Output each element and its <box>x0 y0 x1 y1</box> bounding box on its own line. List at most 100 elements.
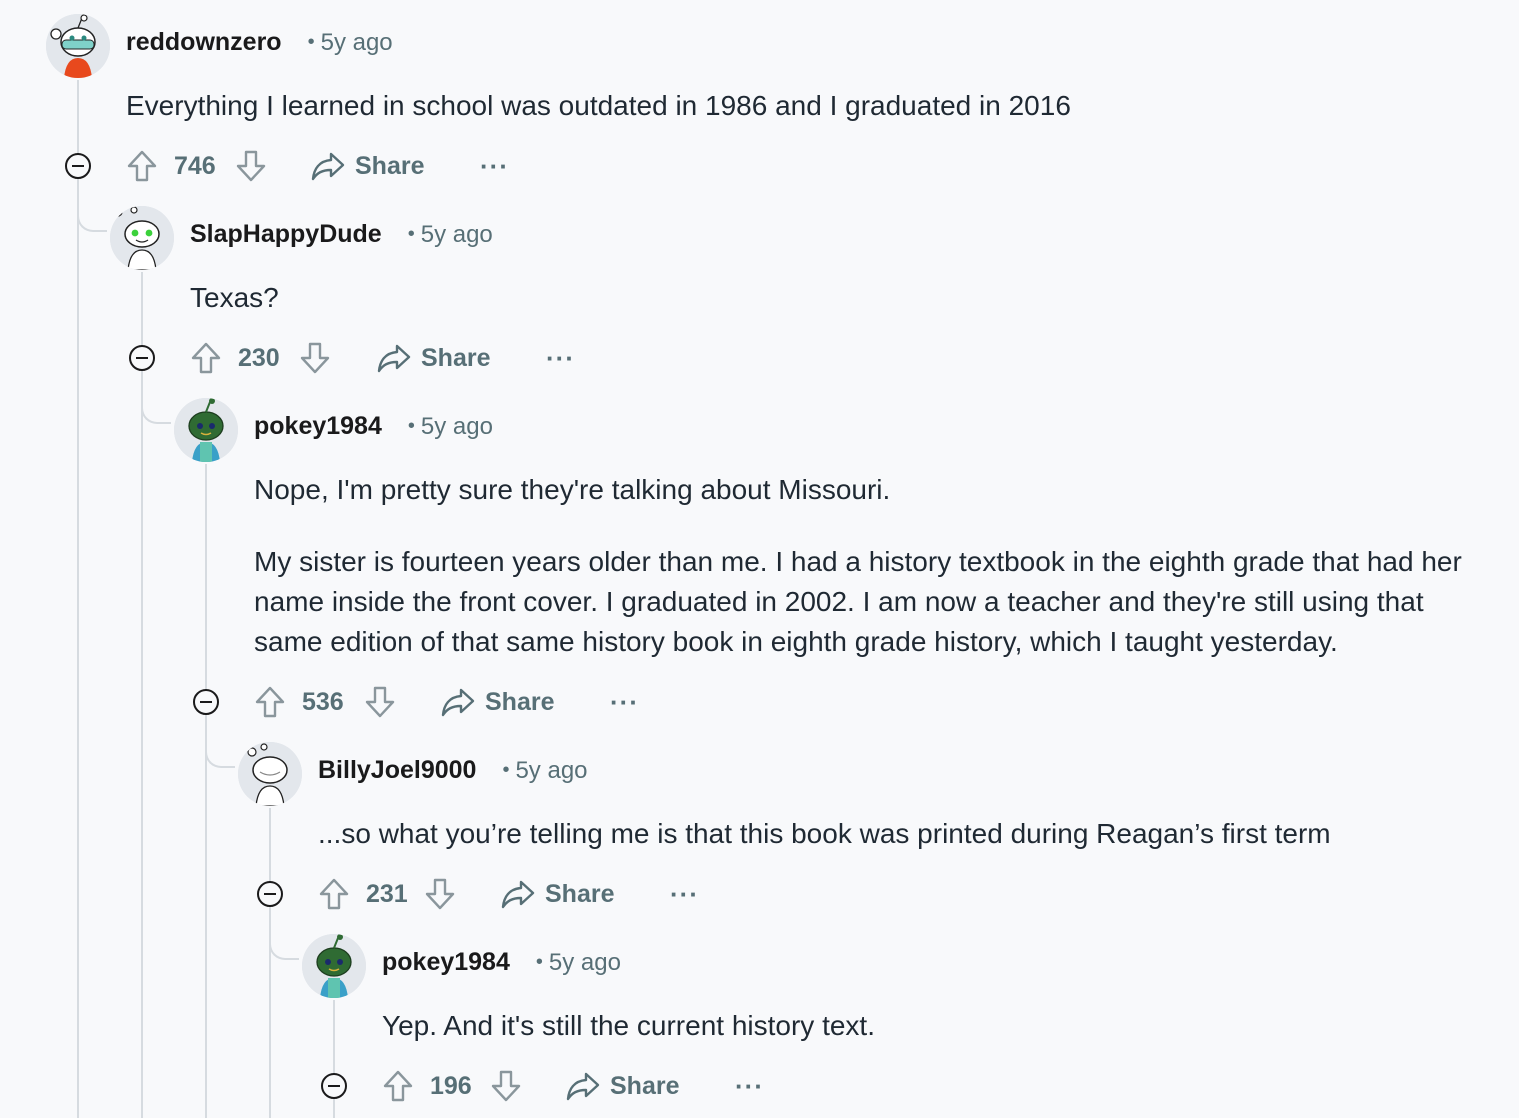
avatar[interactable] <box>174 398 238 462</box>
upvote-arrow-icon <box>191 342 221 374</box>
timestamp[interactable]: 5y ago <box>421 413 493 440</box>
thread-line-depth-3 <box>269 808 271 1118</box>
downvote-button[interactable] <box>235 146 267 186</box>
share-label: Share <box>355 151 425 180</box>
downvote-button[interactable] <box>299 338 331 378</box>
more-options-icon: ··· <box>480 150 509 181</box>
share-label: Share <box>421 343 491 372</box>
thread-elbow <box>141 372 171 424</box>
snoo-mask-avatar-icon <box>46 14 110 78</box>
comment-paragraph: Yep. And it's still the current history … <box>382 1010 875 1041</box>
thread-elbow <box>205 716 235 768</box>
snoo-green-eyes-avatar-icon <box>110 206 174 270</box>
username[interactable]: pokey1984 <box>254 412 382 440</box>
upvote-arrow-icon <box>127 150 157 182</box>
share-button[interactable]: Share <box>441 682 554 722</box>
avatar[interactable] <box>302 934 366 998</box>
share-arrow-icon <box>377 344 411 373</box>
timestamp[interactable]: 5y ago <box>515 757 587 784</box>
username[interactable]: pokey1984 <box>382 948 510 976</box>
upvote-button[interactable] <box>126 146 158 186</box>
collapse-thread-button[interactable] <box>129 345 155 371</box>
upvote-arrow-icon <box>383 1070 413 1102</box>
vote-score: 196 <box>430 1071 472 1100</box>
separator-dot: • <box>407 415 415 437</box>
share-arrow-icon <box>566 1072 600 1101</box>
comment-actions: 196 Share ··· <box>320 1066 800 1106</box>
share-button[interactable]: Share <box>566 1066 679 1106</box>
upvote-arrow-icon <box>255 686 285 718</box>
share-label: Share <box>545 879 615 908</box>
separator-dot: • <box>535 951 543 973</box>
more-options-button[interactable]: ··· <box>610 682 639 722</box>
separator-dot: • <box>407 223 415 245</box>
more-options-icon: ··· <box>610 686 639 717</box>
share-arrow-icon <box>311 152 345 181</box>
more-options-button[interactable]: ··· <box>480 146 509 186</box>
downvote-button[interactable] <box>424 874 456 914</box>
share-label: Share <box>485 687 555 716</box>
more-options-icon: ··· <box>546 342 575 373</box>
comment-actions: 230 Share ··· <box>128 338 608 378</box>
snoo-green-avatar-icon <box>174 398 238 462</box>
collapse-thread-button[interactable] <box>193 689 219 715</box>
username[interactable]: SlapHappyDude <box>190 220 382 248</box>
avatar[interactable] <box>110 206 174 270</box>
timestamp[interactable]: 5y ago <box>321 29 393 56</box>
comment-paragraph: ...so what you’re telling me is that thi… <box>318 818 1331 849</box>
vote-score: 746 <box>174 151 216 180</box>
share-button[interactable]: Share <box>377 338 490 378</box>
upvote-button[interactable] <box>254 682 286 722</box>
share-arrow-icon <box>441 688 475 717</box>
upvote-button[interactable] <box>190 338 222 378</box>
timestamp[interactable]: 5y ago <box>421 221 493 248</box>
vote-score: 231 <box>366 879 408 908</box>
vote-score: 230 <box>238 343 280 372</box>
downvote-arrow-icon <box>425 878 455 910</box>
more-options-icon: ··· <box>735 1070 764 1101</box>
upvote-arrow-icon <box>319 878 349 910</box>
comment-paragraph: Texas? <box>190 282 279 313</box>
separator-dot: • <box>307 31 315 53</box>
more-options-icon: ··· <box>670 878 699 909</box>
downvote-button[interactable] <box>490 1066 522 1106</box>
more-options-button[interactable]: ··· <box>546 338 575 378</box>
collapse-thread-button[interactable] <box>257 881 283 907</box>
collapse-thread-button[interactable] <box>65 153 91 179</box>
thread-elbow <box>269 908 299 960</box>
thread-elbow <box>77 180 107 232</box>
username[interactable]: BillyJoel9000 <box>318 756 476 784</box>
comment-body: Nope, I'm pretty sure they're talking ab… <box>254 470 1484 694</box>
comment-actions: 536 Share ··· <box>192 682 672 722</box>
downvote-arrow-icon <box>365 686 395 718</box>
comment-actions: 231 Share ··· <box>256 874 736 914</box>
downvote-arrow-icon <box>491 1070 521 1102</box>
comment-thread: reddownzero • 5y ago Everything I learned … <box>0 0 1519 1118</box>
downvote-button[interactable] <box>364 682 396 722</box>
more-options-button[interactable]: ··· <box>735 1066 764 1106</box>
snoo-green-avatar-icon <box>302 934 366 998</box>
snoo-white-avatar-icon <box>238 742 302 806</box>
share-button[interactable]: Share <box>311 146 424 186</box>
separator-dot: • <box>502 759 510 781</box>
timestamp[interactable]: 5y ago <box>549 949 621 976</box>
downvote-arrow-icon <box>300 342 330 374</box>
thread-line-depth-0 <box>77 80 79 1118</box>
share-button[interactable]: Share <box>501 874 614 914</box>
share-arrow-icon <box>501 880 535 909</box>
upvote-button[interactable] <box>318 874 350 914</box>
comment-paragraph: Everything I learned in school was outda… <box>126 90 1071 121</box>
more-options-button[interactable]: ··· <box>670 874 699 914</box>
share-label: Share <box>610 1071 680 1100</box>
comment-actions: 746 Share ··· <box>64 146 544 186</box>
upvote-button[interactable] <box>382 1066 414 1106</box>
comment-paragraph: Nope, I'm pretty sure they're talking ab… <box>254 474 891 505</box>
avatar[interactable] <box>46 14 110 78</box>
username[interactable]: reddownzero <box>126 28 282 56</box>
comment-paragraph: My sister is fourteen years older than m… <box>254 546 1462 657</box>
downvote-arrow-icon <box>236 150 266 182</box>
avatar[interactable] <box>238 742 302 806</box>
vote-score: 536 <box>302 687 344 716</box>
thread-line-depth-2 <box>205 464 207 1118</box>
collapse-thread-button[interactable] <box>321 1073 347 1099</box>
